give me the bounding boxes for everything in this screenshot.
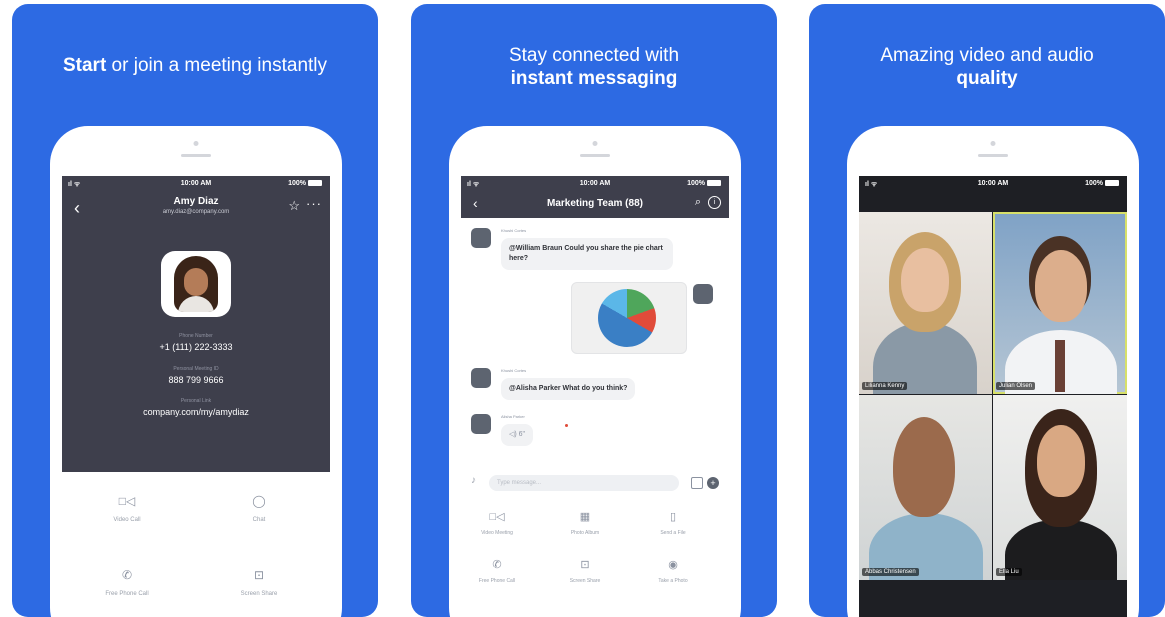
microphone-icon[interactable]: ♪	[471, 475, 476, 486]
participant-video-tile[interactable]: Ella Liu	[993, 395, 1127, 580]
message-input[interactable]: Type message...	[489, 475, 679, 491]
free-phone-call-button[interactable]: ✆ Free Phone Call	[461, 558, 537, 584]
avatar	[471, 414, 491, 434]
participant-video-tile[interactable]: Lilianna Kenny	[859, 212, 992, 394]
phone-icon: ✆	[492, 559, 502, 571]
promo-panel-messaging: Stay connected with instant messaging ıl …	[411, 4, 777, 617]
video-meeting-button[interactable]: □◁ Video Meeting	[461, 510, 537, 536]
avatar	[471, 368, 491, 388]
take-photo-button[interactable]: ◉ Take a Photo	[633, 558, 713, 584]
battery-indicator: 100%	[1085, 180, 1119, 187]
phone-mockup: ıl ᯤ 10:00 AM 100% ‹ Marketing Team (88)…	[449, 126, 741, 617]
participant-name: Lilianna Kenny	[862, 382, 908, 390]
info-icon[interactable]: i	[708, 196, 721, 209]
phone-screen: ıl ᯤ 10:00 AM 100% ‹ Amy Diaz amy.diaz@c…	[62, 176, 330, 617]
avatar	[471, 228, 491, 248]
message-composer: ♪ Type message... +	[467, 472, 723, 494]
screen-share-button[interactable]: ⊡ Screen Share	[214, 568, 304, 597]
message-sender: Khushi Cortes	[501, 368, 527, 373]
status-bar: ıl ᯤ 10:00 AM 100%	[62, 176, 330, 192]
promo-panel-start-meeting: Start or join a meeting instantly ıl ᯤ 1…	[12, 4, 378, 617]
phone-number-value[interactable]: +1 (111) 222-3333	[62, 342, 330, 352]
message-sender: Alisha Parker	[501, 414, 525, 419]
participant-name: Julian Olsen	[996, 382, 1036, 390]
meeting-id-value[interactable]: 888 799 9666	[62, 375, 330, 385]
star-icon[interactable]: ☆	[288, 198, 300, 214]
video-call-button[interactable]: □◁ Video Call	[82, 494, 172, 523]
free-phone-call-button[interactable]: ✆ Free Phone Call	[82, 568, 172, 597]
more-icon[interactable]: ···	[306, 196, 322, 211]
phone-screen: ıl ᯤ 10:00 AM 100% ‹ Marketing Team (88)…	[461, 176, 729, 617]
screen-share-icon: ⊡	[580, 559, 590, 571]
message-sender: Khushi Cortes	[501, 228, 527, 233]
participant-name: Abbas Christensen	[862, 568, 919, 576]
camera-icon: ◉	[668, 559, 678, 571]
promo-panel-video-quality: Amazing video and audio quality ıl ᯤ 10:0…	[809, 4, 1165, 617]
speaker-grille	[580, 154, 610, 157]
video-camera-icon: □◁	[489, 511, 505, 523]
battery-icon	[707, 180, 721, 187]
phone-screen: ıl ᯤ 10:00 AM 100% Lilianna Kenny Julian…	[859, 176, 1127, 617]
phone-mockup: ıl ᯤ 10:00 AM 100% ‹ Amy Diaz amy.diaz@c…	[50, 126, 342, 617]
video-gallery: ıl ᯤ 10:00 AM 100% Lilianna Kenny Julian…	[859, 176, 1127, 617]
participant-figure	[1005, 519, 1117, 580]
panel-heading: Amazing video and audio quality	[880, 45, 1094, 89]
unread-dot	[565, 424, 568, 427]
send-file-button[interactable]: ▯ Send a File	[633, 510, 713, 536]
contact-actions: □◁ Video Call ◯ Chat ✆ Free Phone Call ⊡ Scr…	[62, 472, 330, 617]
participant-video-tile[interactable]: Abbas Christensen	[859, 395, 992, 580]
add-icon[interactable]: +	[707, 477, 719, 489]
participant-face	[1037, 425, 1085, 497]
photo-album-icon: ▦	[579, 511, 591, 523]
file-icon: ▯	[669, 511, 677, 523]
front-camera	[193, 141, 199, 146]
participant-name: Ella Liu	[996, 568, 1022, 576]
front-camera	[592, 141, 598, 146]
personal-link-label: Personal Link	[180, 398, 212, 404]
battery-indicator: 100%	[288, 180, 322, 187]
phone-icon: ✆	[121, 568, 133, 582]
participant-face	[901, 248, 949, 312]
voice-message-bubble[interactable]: ◁) 6"	[501, 424, 534, 446]
status-bar: ıl ᯤ 10:00 AM 100%	[859, 176, 1127, 192]
active-speaker-video-tile[interactable]: Julian Olsen	[993, 212, 1127, 394]
contact-header: ıl ᯤ 10:00 AM 100% ‹ Amy Diaz amy.diaz@c…	[62, 176, 330, 472]
front-camera	[990, 141, 996, 146]
video-camera-icon: □◁	[118, 494, 136, 508]
chat-title: Marketing Team (88)	[547, 198, 643, 209]
battery-icon	[308, 180, 322, 187]
photo-album-button[interactable]: ▦ Photo Album	[545, 510, 625, 536]
status-bar: ıl ᯤ 10:00 AM 100%	[461, 176, 729, 192]
participant-face	[1035, 250, 1087, 322]
screen-share-icon: ⊡	[253, 568, 265, 582]
phone-number-label: Phone Number	[179, 333, 213, 339]
emoji-icon[interactable]	[691, 477, 703, 489]
message-bubble: @William Braun Could you share the pie c…	[501, 238, 673, 270]
panel-heading: Stay connected with instant messaging	[508, 45, 680, 89]
battery-indicator: 100%	[687, 180, 721, 187]
screen-share-button[interactable]: ⊡ Screen Share	[545, 558, 625, 584]
avatar	[693, 284, 713, 304]
panel-heading: Start or join a meeting instantly	[62, 55, 328, 76]
message-bubble: @Alisha Parker What do you think?	[501, 378, 636, 400]
battery-icon	[1105, 180, 1119, 187]
chat-body: Khushi Cortes @William Braun Could you s…	[461, 218, 729, 617]
speaker-grille	[978, 154, 1008, 157]
meeting-id-label: Personal Meeting ID	[173, 366, 219, 372]
pie-chart-image	[598, 289, 656, 347]
participant-face	[893, 417, 955, 517]
speaker-grille	[181, 154, 211, 157]
personal-link-value[interactable]: company.com/my/amydiaz	[62, 407, 330, 417]
avatar	[161, 251, 231, 317]
participant-tie	[1055, 340, 1065, 392]
chat-button[interactable]: ◯ Chat	[214, 494, 304, 523]
shared-image-bubble[interactable]	[571, 282, 687, 354]
chat-header: ıl ᯤ 10:00 AM 100% ‹ Marketing Team (88)…	[461, 176, 729, 218]
search-icon[interactable]: ⌕	[695, 196, 701, 209]
phone-mockup: ıl ᯤ 10:00 AM 100% Lilianna Kenny Julian…	[847, 126, 1139, 617]
avatar-photo	[174, 256, 218, 312]
chat-bubble-icon: ◯	[252, 494, 266, 508]
